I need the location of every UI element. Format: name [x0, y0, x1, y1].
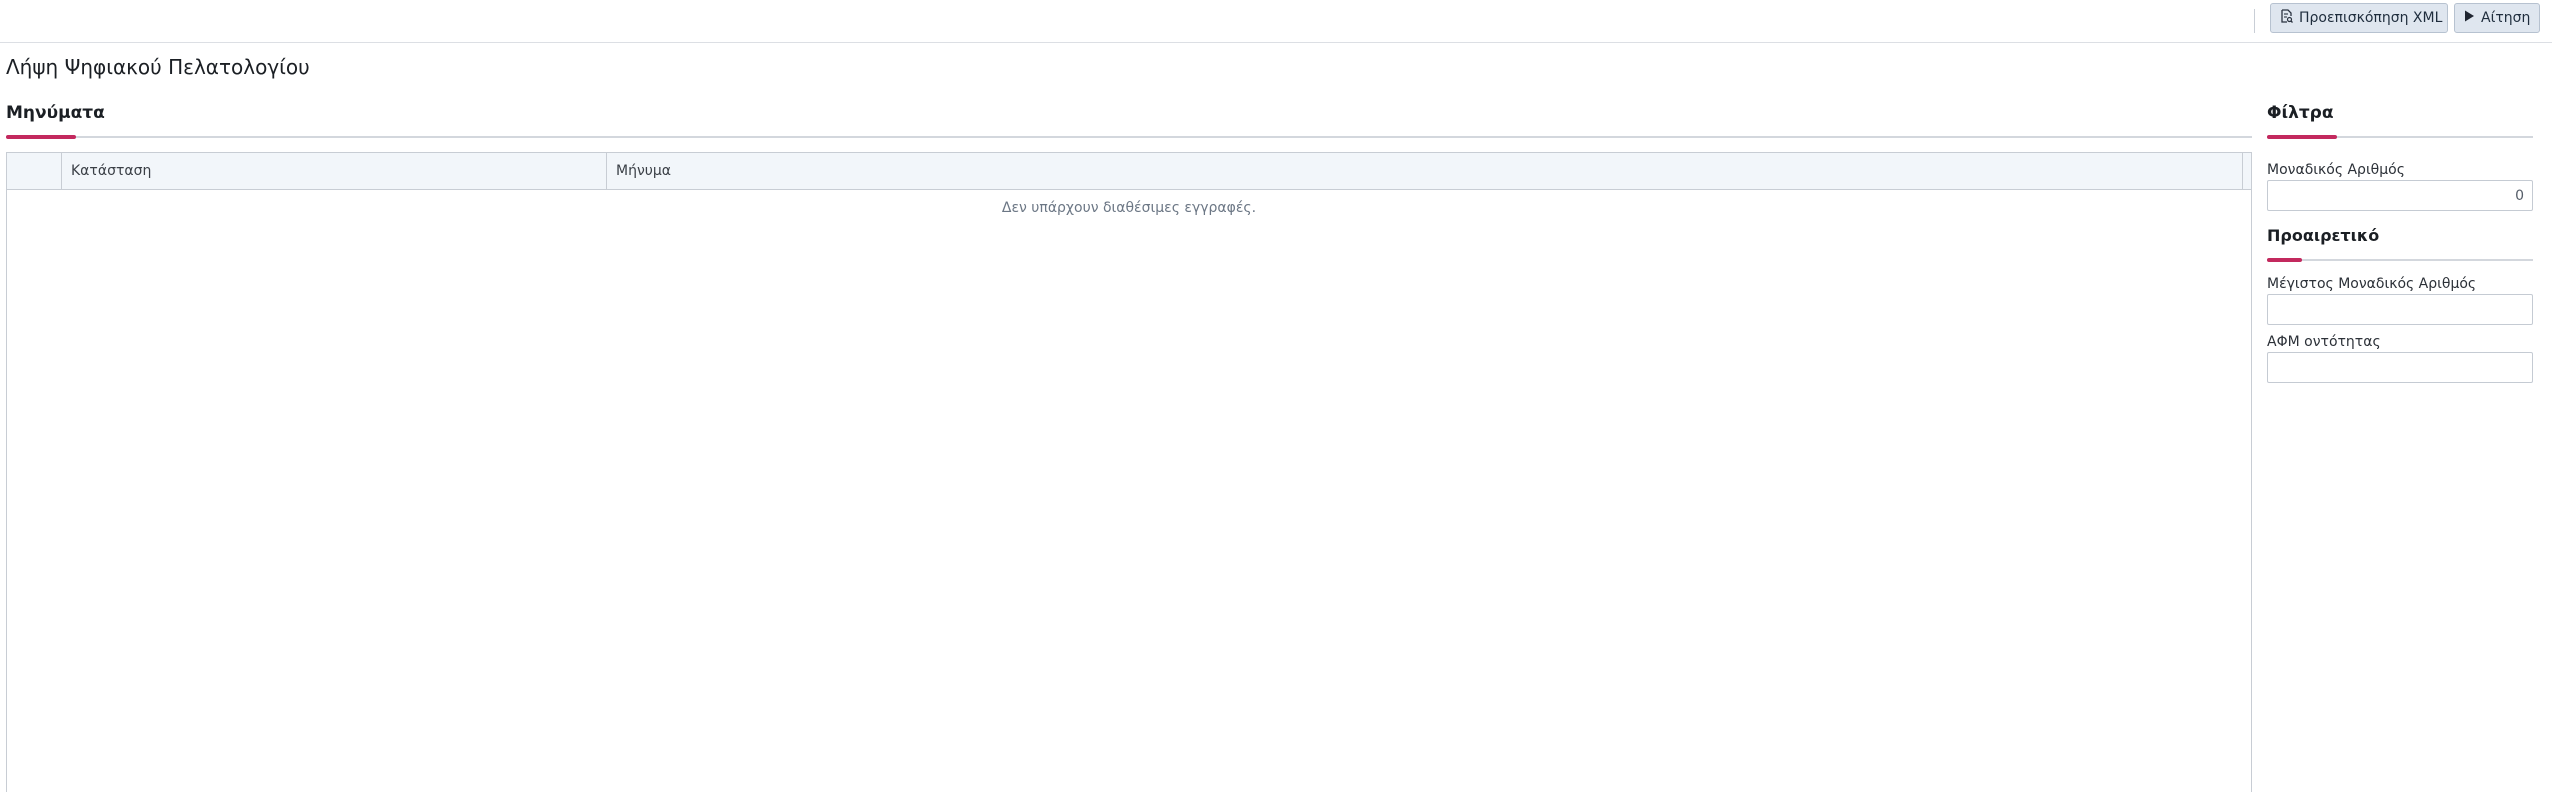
messages-grid-empty-text: Δεν υπάρχουν διαθέσιμες εγγραφές. — [1001, 200, 1257, 216]
filters-section-title: Φίλτρα — [2267, 103, 2334, 123]
column-header-status[interactable]: Κατάσταση — [62, 153, 607, 189]
messages-grid-header: Κατάσταση Μήνυμα — [7, 153, 2251, 190]
entity-vat-label: ΑΦΜ οντότητας — [2267, 334, 2381, 350]
max-unique-number-label: Μέγιστος Μοναδικός Αριθμός — [2267, 276, 2477, 292]
column-header-filler — [2243, 153, 2252, 189]
toolbar-separator — [2254, 9, 2255, 33]
messages-section-divider — [6, 136, 2252, 138]
messages-section-title: Μηνύματα — [6, 103, 105, 123]
messages-section-accent — [6, 135, 76, 139]
column-header-select[interactable] — [7, 153, 62, 189]
optional-section-title: Προαιρετικό — [2267, 226, 2380, 245]
xml-preview-icon — [2280, 9, 2293, 27]
unique-number-input[interactable] — [2267, 180, 2533, 211]
top-toolbar: Προεπισκόπηση XML Αίτηση — [0, 0, 2552, 43]
page-title: Λήψη Ψηφιακού Πελατολογίου — [6, 55, 310, 79]
play-icon — [2464, 10, 2475, 26]
xml-preview-label: Προεπισκόπηση XML — [2299, 10, 2443, 26]
request-label: Αίτηση — [2481, 10, 2531, 26]
entity-vat-input[interactable] — [2267, 352, 2533, 383]
xml-preview-button[interactable]: Προεπισκόπηση XML — [2270, 3, 2448, 33]
filters-section-accent — [2267, 135, 2337, 139]
optional-section-accent — [2267, 258, 2302, 262]
column-header-message[interactable]: Μήνυμα — [607, 153, 2243, 189]
messages-grid: Κατάσταση Μήνυμα Δεν υπάρχουν διαθέσιμες… — [6, 152, 2252, 792]
optional-section-divider — [2267, 259, 2533, 261]
max-unique-number-input[interactable] — [2267, 294, 2533, 325]
request-button[interactable]: Αίτηση — [2454, 3, 2540, 33]
unique-number-label: Μοναδικός Αριθμός — [2267, 162, 2405, 178]
